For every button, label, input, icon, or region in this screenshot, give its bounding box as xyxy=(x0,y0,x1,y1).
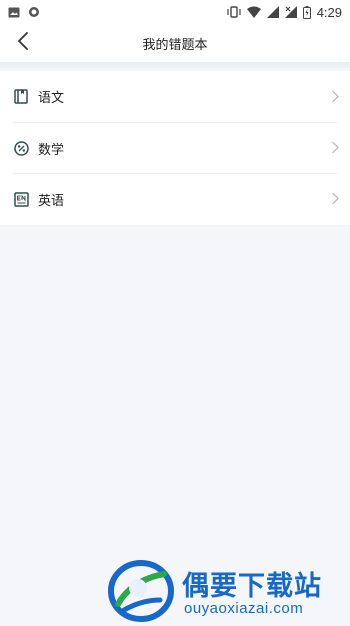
watermark-url: ouyaoxiazai.com xyxy=(184,600,304,617)
signal-icon xyxy=(266,6,279,18)
chevron-right-icon xyxy=(332,87,339,106)
list-item-english[interactable]: 英语 xyxy=(13,173,339,224)
watermark-logo-icon xyxy=(108,560,174,626)
image-icon xyxy=(8,7,20,18)
watermark-brand: 偶要下载站 xyxy=(182,571,322,602)
subject-list: 语文 数学 英语 xyxy=(0,71,350,225)
chevron-left-icon xyxy=(17,32,29,54)
nav-bar: 我的错题本 xyxy=(0,24,350,62)
book-icon xyxy=(13,89,29,105)
status-bar: 4:29 xyxy=(0,0,350,24)
watermark: 偶要下载站 ouyaoxiazai.com xyxy=(108,560,350,622)
circle-icon xyxy=(28,6,40,18)
list-item-math[interactable]: 数学 xyxy=(13,122,339,173)
list-item-chinese[interactable]: 语文 xyxy=(13,71,339,122)
list-item-label: 语文 xyxy=(38,91,65,106)
chevron-right-icon xyxy=(332,139,339,158)
en-icon xyxy=(13,191,29,207)
battery-icon xyxy=(302,5,311,19)
chevron-right-icon xyxy=(332,190,339,209)
wifi-icon xyxy=(246,6,261,18)
page-title: 我的错题本 xyxy=(142,37,208,53)
vibrate-icon xyxy=(227,6,241,18)
list-item-label: 英语 xyxy=(38,193,65,209)
percent-icon xyxy=(13,140,29,156)
list-item-label: 数学 xyxy=(38,142,65,158)
status-time: 4:29 xyxy=(316,4,342,20)
nav-divider xyxy=(0,62,350,70)
back-button[interactable] xyxy=(6,24,40,62)
signal-off-icon xyxy=(284,6,297,18)
